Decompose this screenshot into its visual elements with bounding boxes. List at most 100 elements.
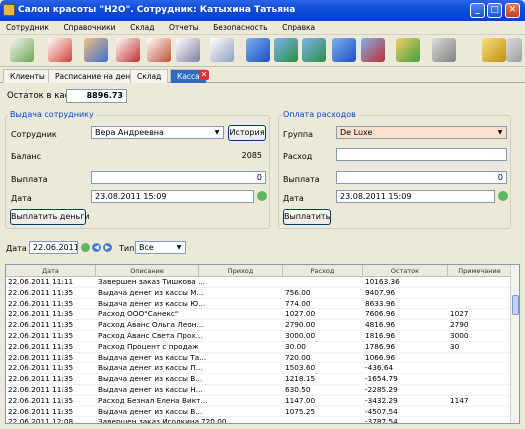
- cash-balance-value: 8896.73: [66, 89, 127, 103]
- calendar-picker-icon[interactable]: [81, 243, 90, 252]
- close-button[interactable]: ✕: [505, 3, 520, 18]
- payout-group-title: Выдача сотруднику: [8, 110, 96, 119]
- table-cell: 3000: [450, 331, 469, 340]
- title-bar: Салон красоты "H2O". Сотрудник: Катыхина…: [0, 0, 525, 21]
- table-row[interactable]: 22.06.2011 11:35 Выдача денег из кассы П.…: [6, 363, 511, 375]
- table-cell: 720.00: [201, 417, 227, 424]
- expense-date-input[interactable]: 23.08.2011 15:09: [336, 190, 495, 203]
- menu-help[interactable]: Справка: [276, 21, 321, 35]
- employee-select[interactable]: Вера Андреевна ▼: [91, 126, 224, 139]
- filter-date-label: Дата: [6, 244, 27, 253]
- tab-schedule[interactable]: Расписание на день: [48, 69, 142, 83]
- lock-icon[interactable]: [482, 38, 506, 62]
- table-cell: 7606.96: [365, 309, 396, 319]
- pay-expense-button[interactable]: Выплатить: [283, 209, 331, 225]
- table-cell: 630.50: [285, 385, 311, 394]
- menu-employee[interactable]: Сотрудник: [0, 21, 55, 35]
- column-header-income[interactable]: Приход: [199, 265, 283, 277]
- edit-icon[interactable]: [10, 38, 34, 62]
- table-cell: -3787.54: [365, 417, 398, 424]
- menu-reports[interactable]: Отчеты: [163, 21, 205, 35]
- table-cell: 22.06.2011 11:35: [8, 352, 74, 362]
- table-row[interactable]: 22.06.2011 11:35 Расход Аванс Света Прох.…: [6, 331, 511, 342]
- column-header-balance[interactable]: Остаток: [363, 265, 448, 277]
- settings-icon[interactable]: [432, 38, 456, 62]
- calendar-picker-icon[interactable]: [257, 191, 267, 201]
- mail-icon[interactable]: [210, 38, 234, 62]
- box-remove-icon[interactable]: [302, 38, 326, 62]
- column-header-expense[interactable]: Расход: [283, 265, 363, 277]
- expense-date-label: Дата: [283, 194, 304, 203]
- next-day-icon[interactable]: ▶: [103, 243, 112, 252]
- tab-clients[interactable]: Клиенты: [3, 69, 52, 83]
- table-cell: 30: [450, 341, 460, 351]
- table-cell: Выдача денег из кассы Ю...: [98, 298, 206, 308]
- table-row[interactable]: 22.06.2011 11:35 Выдача денег из кассы В.…: [6, 407, 511, 418]
- table-cell: 1147.00: [285, 395, 316, 405]
- table-cell: 3000.00: [285, 331, 316, 340]
- tab-warehouse[interactable]: Склад: [130, 69, 169, 83]
- table-row[interactable]: 22.06.2011 11:35 Расход Процент с продаж 3…: [6, 342, 511, 353]
- column-header-description[interactable]: Описание: [96, 265, 199, 277]
- users-icon[interactable]: [84, 38, 108, 62]
- toolbar: [0, 35, 525, 67]
- table-row[interactable]: 22.06.2011 11:35 Расход Безнал Елена Викт…: [6, 396, 511, 407]
- table-cell: Расход Безнал Елена Викт...: [98, 395, 208, 405]
- maximize-button[interactable]: □: [487, 3, 502, 18]
- exit-icon[interactable]: [506, 38, 522, 62]
- report-icon[interactable]: [116, 38, 140, 62]
- table-row[interactable]: 22.06.2011 11:35 Выдача денег из кассы Ю.…: [6, 299, 511, 310]
- pay-money-button[interactable]: Выплатить деньги: [10, 209, 90, 225]
- expense-payment-input[interactable]: 0: [336, 171, 507, 184]
- chevron-down-icon: ▼: [497, 129, 503, 136]
- table-cell: Выдача денег из кассы Та...: [98, 352, 207, 362]
- table-cell: 1503.60: [285, 363, 316, 373]
- table-cell: Выдача денег из кассы М...: [98, 287, 204, 297]
- group-label: Группа: [283, 130, 314, 139]
- table-row[interactable]: 22.06.2011 11:35 Выдача денег из кассы В.…: [6, 374, 511, 385]
- box-icon[interactable]: [246, 38, 270, 62]
- transactions-table: Дата Описание Приход Расход Остаток Прим…: [5, 264, 520, 424]
- expense-input[interactable]: [336, 148, 507, 161]
- filter-type-select[interactable]: Все ▼: [135, 241, 186, 254]
- expense-label: Расход: [283, 152, 313, 161]
- calendar-picker-icon[interactable]: [498, 191, 508, 201]
- table-cell: Выдача денег из кассы П...: [98, 363, 203, 373]
- document-edit-icon[interactable]: [48, 38, 72, 62]
- payment-input[interactable]: 0: [91, 171, 266, 184]
- close-tab-icon[interactable]: ✕: [199, 70, 209, 80]
- minimize-button[interactable]: _: [470, 3, 485, 18]
- keys-icon[interactable]: [396, 38, 420, 62]
- date-input[interactable]: 23.08.2011 15:09: [91, 190, 254, 203]
- table-cell: 2790.00: [285, 320, 316, 330]
- column-header-note[interactable]: Примечание: [448, 265, 511, 277]
- table-row[interactable]: 22.06.2011 11:35 Выдача денег из кассы Н.…: [6, 385, 511, 396]
- history-button[interactable]: История: [228, 125, 266, 141]
- vertical-scrollbar[interactable]: [510, 265, 519, 423]
- column-header-date[interactable]: Дата: [6, 265, 96, 277]
- calendar-icon[interactable]: [147, 38, 171, 62]
- document-search-icon[interactable]: [176, 38, 200, 62]
- table-row[interactable]: 22.06.2011 12:08 Завершен заказ Иголкина.…: [6, 417, 511, 424]
- table-cell: 22.06.2011 11:35: [8, 309, 74, 319]
- table-row[interactable]: 22.06.2011 11:35 Выдача денег из кассы М.…: [6, 288, 511, 299]
- menu-warehouse[interactable]: Склад: [124, 21, 160, 35]
- table-row[interactable]: 22.06.2011 11:35 Расход Аванс Ольга Леон.…: [6, 320, 511, 331]
- table-cell: -436.64: [365, 363, 394, 373]
- prev-day-icon[interactable]: ◀: [92, 243, 101, 252]
- filter-date-input[interactable]: 22.06.2011: [29, 241, 78, 254]
- box-add-icon[interactable]: [274, 38, 298, 62]
- chevron-down-icon: ▼: [176, 244, 182, 251]
- table-row[interactable]: 22.06.2011 11:35 Выдача денег из кассы Та…: [6, 353, 511, 364]
- box-list-icon[interactable]: [361, 38, 385, 62]
- table-row[interactable]: 22.06.2011 11:35 Расход ООО"Санекс" 1027.0…: [6, 309, 511, 321]
- filter-type-value: Все: [139, 243, 154, 252]
- menu-references[interactable]: Справочники: [57, 21, 121, 35]
- table-cell: 22.06.2011 11:35: [8, 406, 74, 416]
- table-cell: 22.06.2011 11:35: [8, 385, 74, 394]
- group-select[interactable]: De Luxe ▼: [336, 126, 507, 139]
- menu-security[interactable]: Безопасность: [207, 21, 273, 35]
- scrollbar-thumb[interactable]: [512, 295, 519, 315]
- box-move-icon[interactable]: [332, 38, 356, 62]
- table-row[interactable]: 22.06.2011 11:11 Завершен заказ Тишкова .…: [6, 277, 511, 288]
